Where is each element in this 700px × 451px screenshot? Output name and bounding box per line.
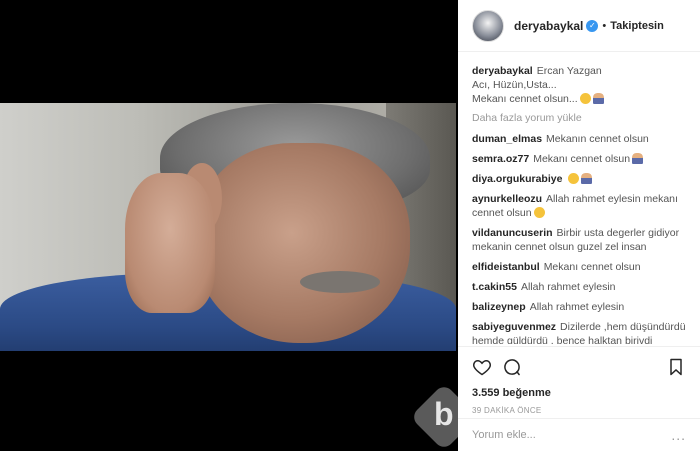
load-more-comments-link[interactable]: Daha fazla yorum yükle <box>472 112 686 124</box>
caption-line1: Ercan Yazgan <box>536 65 602 77</box>
comment-item: t.cakin55 Allah rahmet eylesin <box>472 280 686 294</box>
watermark-logo: b <box>434 396 454 432</box>
bookmark-icon[interactable] <box>666 357 686 377</box>
comment-item: balizeynep Allah rahmet eylesin <box>472 300 686 314</box>
post-actions: 3.559 beğenme 39 DAKİKA ÖNCE <box>458 346 700 415</box>
sad-face-emoji-icon <box>533 207 545 218</box>
comment-username[interactable]: sabiyeguvenmez <box>472 321 556 333</box>
comment-username[interactable]: elfideistanbul <box>472 261 540 273</box>
comment-username[interactable]: t.cakin55 <box>472 281 517 293</box>
sad-face-emoji-icon <box>568 173 580 184</box>
action-icons <box>472 355 686 379</box>
post-photo[interactable] <box>0 103 456 351</box>
more-options-icon[interactable]: ... <box>671 427 686 443</box>
post-media <box>0 0 460 451</box>
comment-username[interactable]: vildanuncuserin <box>472 227 553 239</box>
caption-line3: Mekanı cennet olsun... <box>472 93 578 105</box>
like-count[interactable]: 3.559 beğenme <box>472 387 686 399</box>
comment-item: vildanuncuserin Birbir usta degerler gidi… <box>472 226 686 254</box>
comment-item: sabiyeguvenmez Dizilerde ,hem düşündürdü … <box>472 320 686 344</box>
follow-status-button[interactable]: Takiptesin <box>610 20 664 32</box>
header-separator: • <box>602 19 607 32</box>
comment-item: aynurkelleozu Allah rahmet eylesin mekanı… <box>472 192 686 220</box>
comment-username[interactable]: aynurkelleozu <box>472 193 542 205</box>
man-emoji-icon <box>592 93 604 104</box>
comment-text: Allah rahmet eylesin <box>520 281 616 293</box>
header-username[interactable]: deryabaykal <box>514 19 583 33</box>
add-comment-bar: Yorum ekle... ... <box>458 418 700 451</box>
photo-face <box>195 143 410 343</box>
comment-input[interactable]: Yorum ekle... <box>472 429 536 441</box>
comment-username[interactable]: semra.oz77 <box>472 153 529 165</box>
caption-line2: Acı, Hüzün,Usta... <box>472 79 557 91</box>
comment-username[interactable]: diya.orgukurabiye <box>472 173 562 185</box>
comment-username[interactable]: duman_elmas <box>472 133 542 145</box>
post-header: deryabaykal ✓ • Takiptesin <box>458 0 700 52</box>
comment-item: duman_elmas Mekanın cennet olsun <box>472 132 686 146</box>
heart-icon[interactable] <box>472 357 492 377</box>
post-timestamp: 39 DAKİKA ÖNCE <box>472 406 542 415</box>
man-emoji-icon <box>632 153 644 164</box>
avatar[interactable] <box>472 9 504 42</box>
comment-text: Mekanı cennet olsun <box>533 153 631 165</box>
comment-item: semra.oz77 Mekanı cennet olsun <box>472 152 686 166</box>
man-emoji-icon <box>581 173 593 184</box>
comment-text: Allah rahmet eylesin <box>529 301 625 313</box>
sad-face-emoji-icon <box>579 93 591 104</box>
comment-text: Mekanın cennet olsun <box>546 133 649 145</box>
comment-text: Mekanı cennet olsun <box>543 261 641 273</box>
verified-badge-icon: ✓ <box>586 19 599 32</box>
comment-list: deryabaykal Ercan Yazgan Acı, Hüzün,Usta.… <box>458 52 700 344</box>
photo-hand <box>125 173 215 313</box>
comment-item: elfideistanbul Mekanı cennet olsun <box>472 260 686 274</box>
caption: deryabaykal Ercan Yazgan Acı, Hüzün,Usta.… <box>472 64 686 106</box>
comment-username[interactable]: balizeynep <box>472 301 526 313</box>
caption-username[interactable]: deryabaykal <box>472 65 533 77</box>
speech-bubble-icon[interactable] <box>502 357 522 377</box>
photo-mustache <box>300 271 380 293</box>
post-sidebar: deryabaykal ✓ • Takiptesin deryabaykal Er… <box>458 0 700 451</box>
comment-item: diya.orgukurabiye <box>472 172 686 186</box>
